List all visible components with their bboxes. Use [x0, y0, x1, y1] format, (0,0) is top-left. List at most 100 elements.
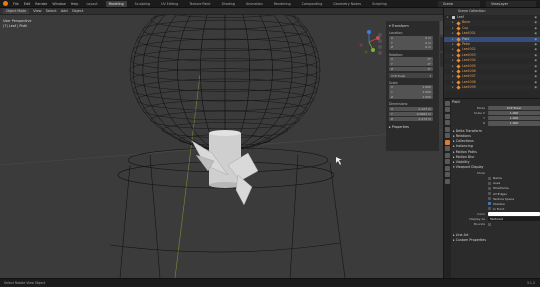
- display-as-dropdown[interactable]: Textured: [488, 217, 540, 222]
- checkbox-box[interactable]: [488, 207, 491, 211]
- rotation-x-field[interactable]: X 0°: [389, 57, 433, 62]
- checkbox-name[interactable]: Name: [452, 176, 540, 181]
- outliner-row[interactable]: ▸ Leaf.009 ◉: [444, 85, 540, 91]
- rotation-value: 0°: [427, 67, 431, 72]
- world-icon[interactable]: [445, 133, 450, 138]
- panel-label: Line Art: [455, 232, 469, 237]
- viewport-menu-object[interactable]: Object: [72, 9, 84, 13]
- panel-custom-properties[interactable]: ▸ Custom Properties: [452, 238, 540, 243]
- checkbox-box[interactable]: [488, 192, 491, 196]
- view-layer-icon[interactable]: [445, 120, 450, 125]
- pan-hand-icon[interactable]: [378, 39, 382, 43]
- modifier-icon[interactable]: [445, 146, 450, 151]
- checkbox-box[interactable]: [488, 181, 491, 185]
- tab-geometry-nodes[interactable]: Geometry Nodes: [330, 1, 364, 7]
- transform-header[interactable]: ▾ Transform: [389, 24, 436, 28]
- scale-field-value[interactable]: 1.000: [488, 110, 540, 116]
- checkbox-box[interactable]: [488, 176, 491, 180]
- menu-render[interactable]: Render: [35, 2, 47, 6]
- tab-layout[interactable]: Layout: [83, 1, 100, 7]
- color-swatch[interactable]: [488, 211, 540, 217]
- object-icon: [456, 47, 461, 53]
- panel-viewport-display[interactable]: ▾ Viewport Display: [452, 165, 540, 170]
- material-icon[interactable]: [445, 178, 450, 184]
- menu-file[interactable]: File: [13, 2, 19, 6]
- mode-field-value[interactable]: XYZ Euler: [488, 105, 540, 110]
- physics-icon[interactable]: [445, 159, 450, 164]
- dimensions-z-field[interactable]: Z 0.173 m: [389, 116, 433, 122]
- checkbox-axes[interactable]: Axes: [452, 181, 540, 186]
- camera-icon[interactable]: [378, 45, 382, 49]
- checkbox-all-edges[interactable]: All Edges: [452, 191, 540, 196]
- 3d-viewport[interactable]: User Perspective (7) Leaf | Pistil ▾ Tra…: [0, 15, 443, 278]
- viewport-menu-select[interactable]: Select: [46, 9, 57, 13]
- data-icon[interactable]: [445, 172, 450, 177]
- checkbox-box[interactable]: [488, 186, 491, 190]
- menu-window[interactable]: Window: [52, 2, 65, 6]
- scale-field-value[interactable]: 1.000: [488, 116, 540, 121]
- constraints-icon[interactable]: [445, 165, 450, 171]
- tab-rendering[interactable]: Rendering: [271, 1, 294, 7]
- object-icon: [456, 20, 461, 26]
- tab-shading[interactable]: Shading: [219, 1, 238, 7]
- checkbox-box[interactable]: [488, 202, 491, 206]
- object-icon: [456, 37, 461, 42]
- bounds-field: Bounds: [452, 222, 540, 227]
- scale-field-label: Scale X: [473, 111, 485, 116]
- location-y-field[interactable]: Y 0 m: [389, 40, 433, 45]
- checkbox-wireframe[interactable]: Wireframe: [452, 186, 540, 191]
- object-icon[interactable]: [445, 139, 450, 145]
- object-icon: [456, 85, 461, 90]
- scene-selector[interactable]: Scene: [438, 1, 480, 7]
- menu-edit[interactable]: Edit: [24, 2, 31, 6]
- grid-icon[interactable]: [378, 51, 382, 55]
- tab-animation[interactable]: Animation: [243, 1, 266, 7]
- scale-z-field[interactable]: Z 1.000: [389, 95, 433, 100]
- expand-arrow-icon[interactable]: ▸: [452, 85, 455, 90]
- tab-texture-paint[interactable]: Texture Paint: [186, 1, 213, 7]
- checkbox-box[interactable]: [488, 197, 491, 201]
- checkbox-in-front[interactable]: In Front: [452, 207, 540, 212]
- properties-content: Pistil Mode XYZ Euler Scale X 1.000 Y 1.000…: [452, 100, 540, 243]
- dimensions-y-field[interactable]: Y 0.0662 m: [389, 111, 433, 117]
- rotation-y-field[interactable]: Y 0°: [389, 62, 433, 67]
- tab-uv-editing[interactable]: UV Editing: [158, 1, 181, 7]
- panel-label: Visibility: [455, 159, 470, 164]
- scene-icon[interactable]: [445, 126, 450, 132]
- panel-label: Motion Paths: [455, 149, 477, 154]
- output-icon[interactable]: [445, 113, 450, 119]
- checkbox-texture-space[interactable]: Texture Space: [452, 196, 540, 201]
- particles-icon[interactable]: [445, 152, 450, 158]
- render-icon[interactable]: [445, 107, 450, 112]
- menu-help[interactable]: Help: [71, 2, 79, 6]
- tab-sculpting[interactable]: Sculpting: [132, 1, 153, 7]
- chevron-down-icon: ▾: [429, 73, 431, 78]
- viewport-menu-add[interactable]: Add: [61, 9, 68, 13]
- tool-icon[interactable]: [445, 100, 450, 106]
- scale-x-field[interactable]: X 1.000: [389, 85, 433, 90]
- scale-field-value[interactable]: 1.000: [488, 121, 540, 126]
- panel-label: Viewport Display: [455, 165, 484, 170]
- zoom-icon[interactable]: [378, 33, 382, 37]
- rotation-z-field[interactable]: Z 0°: [389, 66, 433, 72]
- show-row: Show: [452, 171, 540, 176]
- scale-value: 1.000: [422, 95, 431, 100]
- checkbox-shadow[interactable]: Shadow: [452, 201, 540, 206]
- location-z-field[interactable]: Z 0 m: [389, 45, 433, 50]
- blender-logo-icon[interactable]: [3, 1, 8, 6]
- dimensions-x-field[interactable]: X 0.127 m: [389, 106, 433, 112]
- dimensions-value: 0.173 m: [418, 116, 431, 121]
- location-x-field[interactable]: X 0 m: [389, 35, 433, 40]
- tab-modeling[interactable]: Modeling: [105, 0, 127, 7]
- tab-compositing[interactable]: Compositing: [299, 1, 326, 7]
- location-value: 0 m: [425, 45, 431, 50]
- mode-selector[interactable]: Object Mode: [3, 8, 30, 14]
- viewport-menu-view[interactable]: View: [33, 9, 42, 13]
- eye-icon[interactable]: ◉: [534, 85, 537, 90]
- properties-header[interactable]: ▸ Properties: [389, 125, 436, 129]
- scale-y-field[interactable]: Y 1.000: [389, 90, 433, 95]
- tab-scripting[interactable]: Scripting: [369, 1, 390, 7]
- rotation-mode-dropdown[interactable]: XYZ Euler ▾: [389, 73, 433, 78]
- view-layer-selector[interactable]: ViewLayer: [486, 1, 536, 7]
- bounds-checkbox[interactable]: [488, 223, 491, 227]
